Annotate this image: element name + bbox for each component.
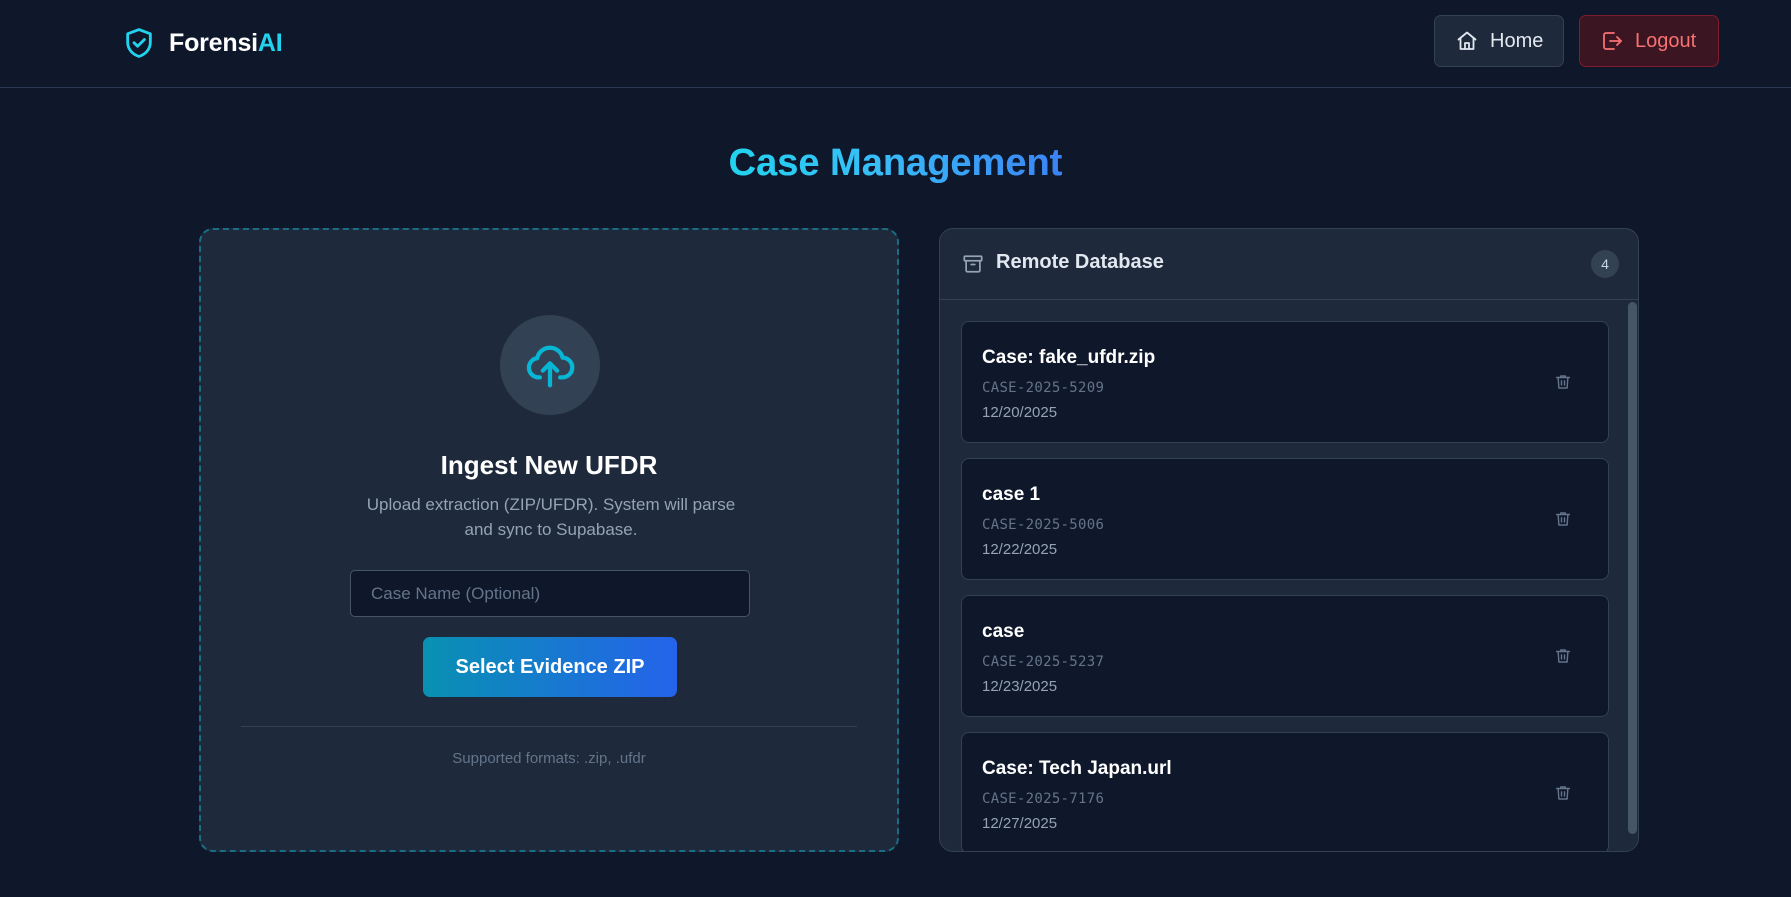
select-evidence-zip-button[interactable]: Select Evidence ZIP (423, 637, 677, 697)
case-id: CASE-2025-5006 (982, 517, 1105, 533)
upload-dropzone[interactable]: Ingest New UFDR Upload extraction (ZIP/U… (199, 228, 899, 852)
case-name: Case: fake_ufdr.zip (982, 347, 1156, 368)
case-card[interactable]: case CASE-2025-5237 12/23/2025 (961, 595, 1609, 717)
logout-button-label: Logout (1635, 29, 1697, 52)
brand-logo[interactable]: ForensiAI (122, 22, 283, 64)
home-button[interactable]: Home (1434, 15, 1564, 67)
upload-title: Ingest New UFDR (440, 450, 658, 480)
top-nav-bar: ForensiAI Home Logout (0, 0, 1791, 88)
remote-database-header: Remote Database 4 (940, 229, 1638, 300)
case-name-input[interactable] (350, 570, 750, 617)
delete-case-button[interactable] (1550, 643, 1576, 669)
shield-check-icon (126, 28, 152, 58)
case-date: 12/20/2025 (982, 404, 1058, 421)
case-name: case 1 (982, 484, 1041, 505)
delete-case-button[interactable] (1550, 780, 1576, 806)
supported-formats-text: Supported formats: .zip, .ufdr (452, 750, 646, 767)
case-count-badge: 4 (1591, 250, 1619, 278)
case-id: CASE-2025-5209 (982, 380, 1105, 396)
upload-description: Upload extraction (ZIP/UFDR). System wil… (366, 495, 736, 539)
logout-icon (1603, 32, 1622, 50)
logout-button[interactable]: Logout (1579, 15, 1719, 67)
remote-database-panel: Remote Database 4 Case: fake_ufdr.zip CA… (939, 228, 1639, 852)
case-date: 12/27/2025 (982, 815, 1058, 832)
cloud-upload-icon (526, 345, 575, 388)
brand-name-prefix: Forensi (169, 28, 258, 57)
trash-icon (1555, 512, 1571, 526)
case-name: Case: Tech Japan.url (982, 758, 1172, 779)
brand-name-accent: AI (257, 28, 283, 57)
delete-case-button[interactable] (1550, 369, 1576, 395)
case-id: CASE-2025-7176 (982, 791, 1105, 807)
home-icon (1457, 31, 1477, 50)
case-card[interactable]: Case: Tech Japan.url CASE-2025-7176 12/2… (961, 732, 1609, 851)
brand-name: ForensiAI (169, 29, 283, 58)
case-card[interactable]: case 1 CASE-2025-5006 12/22/2025 (961, 458, 1609, 580)
case-list-scrollbar-thumb[interactable] (1628, 302, 1637, 834)
case-name: case (982, 621, 1025, 642)
case-id: CASE-2025-5237 (982, 654, 1105, 670)
case-date: 12/22/2025 (982, 541, 1058, 558)
delete-case-button[interactable] (1550, 506, 1576, 532)
trash-icon (1555, 375, 1571, 389)
divider (241, 726, 857, 727)
trash-icon (1555, 649, 1571, 663)
case-card[interactable]: Case: fake_ufdr.zip CASE-2025-5209 12/20… (961, 321, 1609, 443)
remote-database-title: Remote Database (996, 251, 1164, 273)
archive-icon (963, 255, 983, 273)
upload-icon-badge (500, 315, 600, 415)
home-button-label: Home (1490, 29, 1544, 52)
trash-icon (1555, 786, 1571, 800)
case-date: 12/23/2025 (982, 678, 1058, 695)
page-title-text: Case Management (728, 142, 1063, 184)
page-title: Case Management (0, 142, 1791, 185)
case-list: Case: fake_ufdr.zip CASE-2025-5209 12/20… (961, 321, 1609, 851)
